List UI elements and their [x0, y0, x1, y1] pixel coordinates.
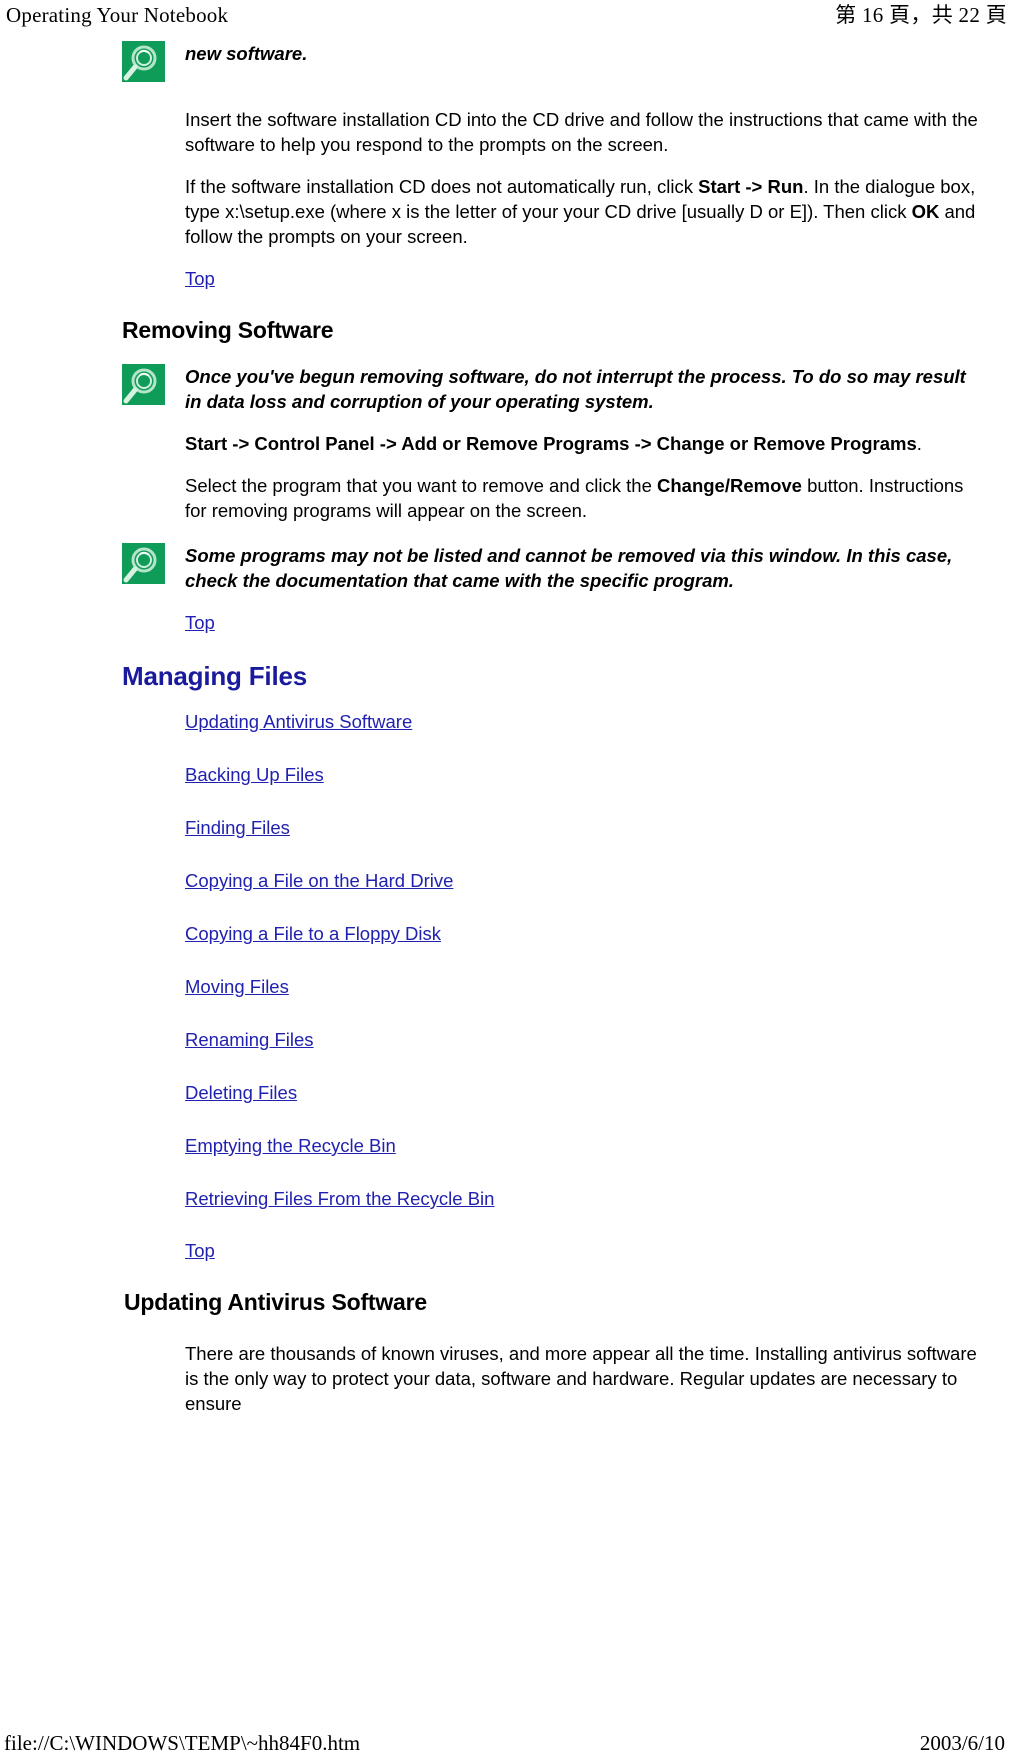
note-block-new-software: new software. — [122, 38, 983, 82]
list-item: Retrieving Files From the Recycle Bin — [122, 1186, 983, 1213]
autorun-bold-start-run: Start -> Run — [698, 176, 804, 197]
link-backing-up-files[interactable]: Backing Up Files — [185, 764, 324, 785]
top-link-2[interactable]: Top — [185, 612, 215, 633]
top-link-row-1: Top — [122, 266, 983, 291]
note-text-removing-warning: Once you've begun removing software, do … — [185, 366, 966, 412]
paragraph-insert-cd: Insert the software installation CD into… — [185, 109, 978, 155]
select-program-bold-change-remove: Change/Remove — [657, 475, 802, 496]
magnifier-note-icon — [122, 41, 165, 82]
link-deleting-files[interactable]: Deleting Files — [185, 1082, 297, 1103]
footer-file-path: file://C:\WINDOWS\TEMP\~hh84F0.htm — [4, 1731, 361, 1754]
link-finding-files[interactable]: Finding Files — [185, 817, 290, 838]
link-updating-antivirus-software[interactable]: Updating Antivirus Software — [185, 711, 412, 732]
heading-removing-software: Removing Software — [122, 317, 334, 343]
control-panel-path-bold: Start -> Control Panel -> Add or Remove … — [185, 433, 917, 454]
list-item: Renaming Files — [122, 1027, 983, 1054]
list-item: Deleting Files — [122, 1080, 983, 1107]
heading-updating-antivirus-software: Updating Antivirus Software — [124, 1289, 427, 1315]
autorun-text-1: If the software installation CD does not… — [185, 176, 699, 197]
autorun-bold-ok: OK — [911, 201, 940, 222]
paragraph-autorun: If the software installation CD does not… — [122, 174, 983, 249]
page-footer: file://C:\WINDOWS\TEMP\~hh84F0.htm 2003/… — [0, 1724, 1013, 1754]
note-block-some-programs: Some programs may not be listed and cann… — [122, 540, 983, 593]
top-link-row-3: Top — [122, 1238, 983, 1263]
link-copying-a-file-on-the-hard-drive[interactable]: Copying a File on the Hard Drive — [185, 870, 453, 891]
header-page-indicator: 第 16 頁，共 22 頁 — [835, 3, 1007, 27]
link-moving-files[interactable]: Moving Files — [185, 976, 289, 997]
link-renaming-files[interactable]: Renaming Files — [185, 1029, 314, 1050]
document-content: new software. Insert the software instal… — [0, 38, 1013, 1416]
page-body: new software. Insert the software instal… — [0, 38, 1013, 1416]
list-item: Copying a File to a Floppy Disk — [122, 921, 983, 948]
list-item: Copying a File on the Hard Drive — [122, 868, 983, 895]
list-item: Emptying the Recycle Bin — [122, 1133, 983, 1160]
managing-files-link-list: Updating Antivirus Software Backing Up F… — [122, 709, 983, 1213]
note-block-removing-warning: Once you've begun removing software, do … — [122, 361, 983, 414]
top-link-1[interactable]: Top — [185, 268, 215, 289]
page-header: Operating Your Notebook 第 16 頁，共 22 頁 — [0, 0, 1013, 38]
note-text-some-programs: Some programs may not be listed and cann… — [185, 545, 953, 591]
link-emptying-the-recycle-bin[interactable]: Emptying the Recycle Bin — [185, 1135, 396, 1156]
list-item: Backing Up Files — [122, 762, 983, 789]
note-text-new-software: new software. — [185, 43, 308, 64]
paragraph-select-program: Select the program that you want to remo… — [122, 473, 983, 523]
list-item: Moving Files — [122, 974, 983, 1001]
magnifier-note-icon — [122, 364, 165, 405]
header-document-title: Operating Your Notebook — [6, 3, 229, 27]
link-retrieving-files-from-the-recycle-bin[interactable]: Retrieving Files From the Recycle Bin — [185, 1188, 494, 1209]
link-copying-a-file-to-a-floppy-disk[interactable]: Copying a File to a Floppy Disk — [185, 923, 441, 944]
footer-date: 2003/6/10 — [919, 1731, 1005, 1754]
paragraph-viruses: There are thousands of known viruses, an… — [185, 1343, 977, 1414]
list-item: Finding Files — [122, 815, 983, 842]
list-item: Updating Antivirus Software — [122, 709, 983, 736]
heading-managing-files: Managing Files — [122, 661, 308, 691]
paragraph-control-panel-path: Start -> Control Panel -> Add or Remove … — [122, 431, 983, 456]
top-link-3[interactable]: Top — [185, 1240, 215, 1261]
control-panel-path-tail: . — [916, 433, 922, 454]
top-link-row-2: Top — [122, 610, 983, 635]
select-program-text-1: Select the program that you want to remo… — [185, 475, 657, 496]
magnifier-note-icon — [122, 543, 165, 584]
